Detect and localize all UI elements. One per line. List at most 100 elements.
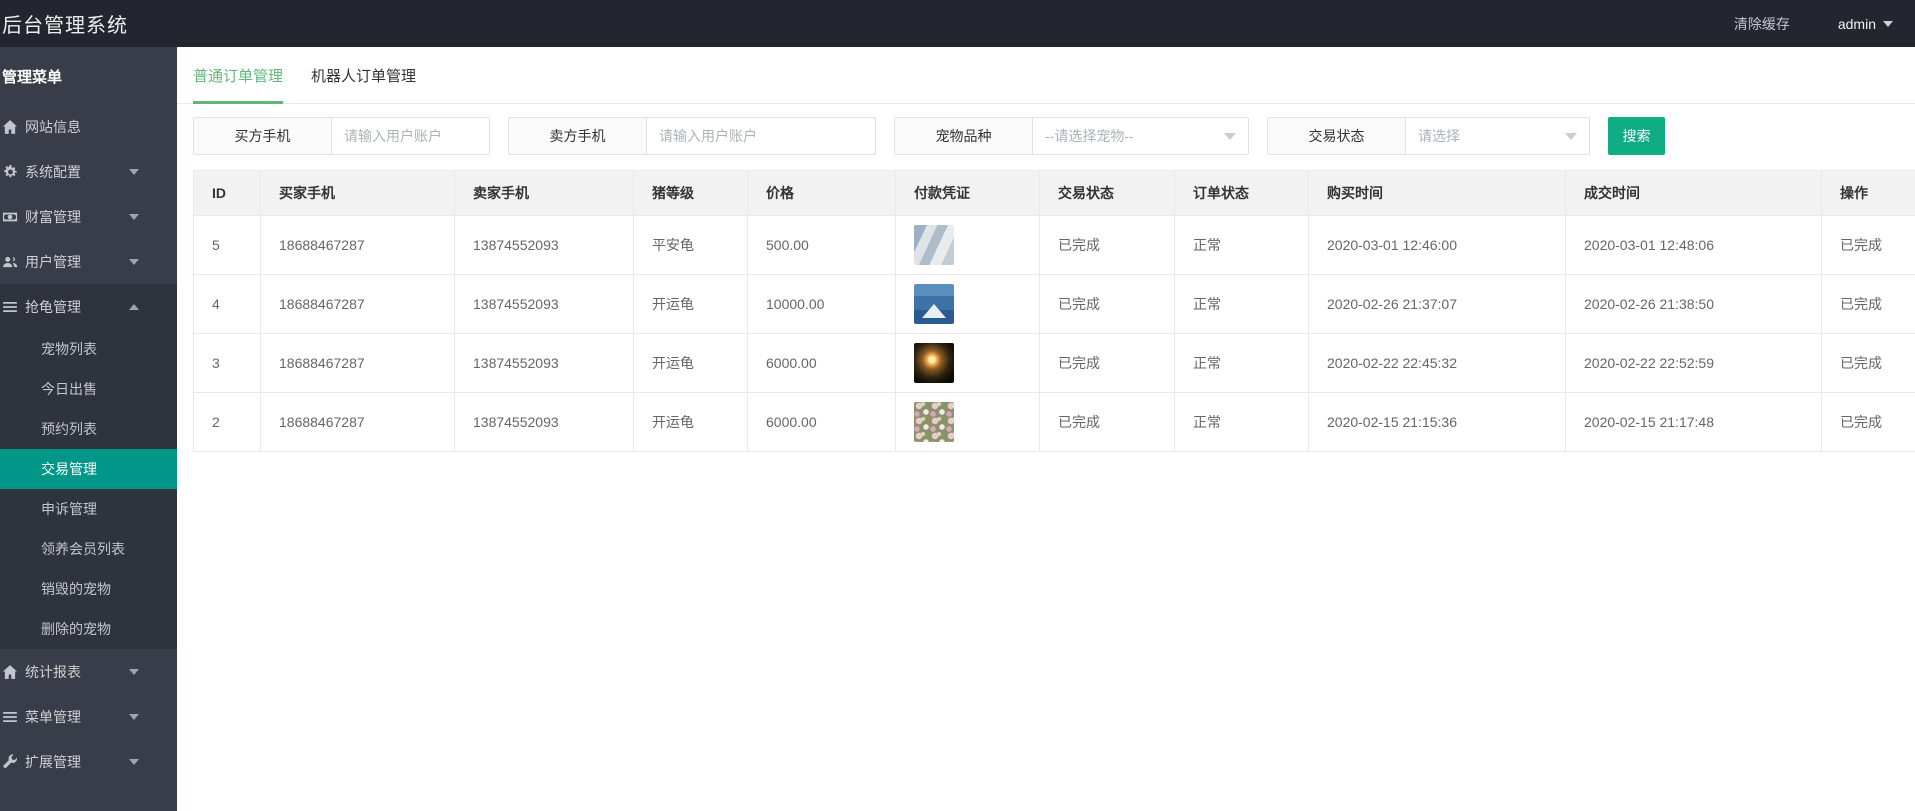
trade-status-group: 交易状态 请选择	[1267, 117, 1590, 155]
topbar-right: 清除缓存 admin	[1734, 14, 1915, 34]
wrench-icon	[2, 754, 18, 770]
home-icon	[2, 664, 18, 680]
sidebar: 管理菜单 网站信息系统配置财富管理用户管理抢龟管理宠物列表今日出售预约列表交易管…	[0, 47, 177, 811]
cell-order_status: 正常	[1175, 393, 1309, 452]
sidebar-group-1: 系统配置	[0, 149, 177, 194]
table-row: 21868846728713874552093开运龟6000.00已完成正常20…	[194, 393, 1915, 452]
tab-label: 机器人订单管理	[311, 65, 416, 86]
tab-label: 普通订单管理	[193, 65, 283, 86]
sidebar-subitem-7[interactable]: 删除的宠物	[0, 609, 177, 649]
sidebar-item-4[interactable]: 抢龟管理	[0, 284, 177, 329]
voucher-image[interactable]	[914, 225, 954, 265]
trade-status-value: 请选择	[1418, 126, 1460, 146]
cell-trade_status: 已完成	[1040, 216, 1175, 275]
sidebar-item-0[interactable]: 网站信息	[0, 104, 177, 149]
sidebar-subitem-0[interactable]: 宠物列表	[0, 329, 177, 369]
chevron-down-icon	[129, 259, 139, 265]
sidebar-subitem-6[interactable]: 销毁的宠物	[0, 569, 177, 609]
sidebar-item-2[interactable]: 财富管理	[0, 194, 177, 239]
cell-voucher	[896, 393, 1040, 452]
cell-buy_time: 2020-02-26 21:37:07	[1309, 275, 1566, 334]
sidebar-item-1[interactable]: 系统配置	[0, 149, 177, 194]
chevron-down-icon	[129, 714, 139, 720]
cell-seller: 13874552093	[455, 334, 634, 393]
column-header-order_status: 订单状态	[1175, 171, 1309, 216]
column-header-voucher: 付款凭证	[896, 171, 1040, 216]
chevron-down-icon	[1224, 133, 1236, 140]
buyer-phone-input[interactable]	[332, 118, 489, 154]
voucher-image[interactable]	[914, 343, 954, 383]
cell-action: 已完成	[1822, 275, 1915, 334]
voucher-image[interactable]	[914, 284, 954, 324]
tab-robot-orders[interactable]: 机器人订单管理	[311, 47, 416, 103]
sidebar-item-3[interactable]: 用户管理	[0, 239, 177, 284]
sidebar-subitem-2[interactable]: 预约列表	[0, 409, 177, 449]
sidebar-nav: 网站信息系统配置财富管理用户管理抢龟管理宠物列表今日出售预约列表交易管理申诉管理…	[0, 104, 177, 784]
user-menu[interactable]: admin	[1838, 16, 1893, 32]
table-body: 51868846728713874552093平安龟500.00已完成正常202…	[194, 216, 1915, 452]
sidebar-item-label: 扩展管理	[25, 752, 81, 772]
sidebar-item-label: 抢龟管理	[25, 297, 81, 317]
sidebar-group-7: 扩展管理	[0, 739, 177, 784]
cell-action: 已完成	[1822, 334, 1915, 393]
sidebar-item-5[interactable]: 统计报表	[0, 649, 177, 694]
cell-buyer: 18688467287	[261, 334, 455, 393]
buyer-phone-label: 买方手机	[194, 118, 332, 154]
column-header-seller: 卖家手机	[455, 171, 634, 216]
cell-voucher	[896, 334, 1040, 393]
seller-phone-input[interactable]	[647, 118, 875, 154]
tab-bar: 普通订单管理 机器人订单管理	[177, 47, 1915, 104]
column-header-deal_time: 成交时间	[1566, 171, 1822, 216]
users-icon	[2, 254, 18, 270]
orders-table: ID买家手机卖家手机猪等级价格付款凭证交易状态订单状态购买时间成交时间操作 51…	[193, 170, 1915, 452]
cell-action: 已完成	[1822, 393, 1915, 452]
tab-normal-orders[interactable]: 普通订单管理	[193, 47, 283, 103]
cell-deal_time: 2020-02-22 22:52:59	[1566, 334, 1822, 393]
clear-cache-link[interactable]: 清除缓存	[1734, 14, 1790, 34]
sidebar-group-3: 用户管理	[0, 239, 177, 284]
chevron-down-icon	[129, 169, 139, 175]
sidebar-subitem-3[interactable]: 交易管理	[0, 449, 177, 489]
column-header-buyer: 买家手机	[261, 171, 455, 216]
home-icon	[2, 119, 18, 135]
sidebar-item-7[interactable]: 扩展管理	[0, 739, 177, 784]
cell-trade_status: 已完成	[1040, 275, 1175, 334]
pet-type-select[interactable]: --请选择宠物--	[1033, 118, 1248, 154]
column-header-grade: 猪等级	[634, 171, 748, 216]
sidebar-item-label: 网站信息	[25, 117, 81, 137]
username: admin	[1838, 16, 1876, 32]
cell-voucher	[896, 216, 1040, 275]
cell-seller: 13874552093	[455, 216, 634, 275]
cell-grade: 开运龟	[634, 334, 748, 393]
chevron-down-icon	[129, 759, 139, 765]
table-header-row: ID买家手机卖家手机猪等级价格付款凭证交易状态订单状态购买时间成交时间操作	[194, 171, 1915, 216]
sidebar-item-label: 菜单管理	[25, 707, 81, 727]
sidebar-item-6[interactable]: 菜单管理	[0, 694, 177, 739]
cell-price: 6000.00	[748, 334, 896, 393]
cell-price: 6000.00	[748, 393, 896, 452]
cell-trade_status: 已完成	[1040, 393, 1175, 452]
sidebar-subitem-4[interactable]: 申诉管理	[0, 489, 177, 529]
sidebar-item-label: 用户管理	[25, 252, 81, 272]
table-row: 51868846728713874552093平安龟500.00已完成正常202…	[194, 216, 1915, 275]
cell-buy_time: 2020-02-22 22:45:32	[1309, 334, 1566, 393]
sidebar-subitem-1[interactable]: 今日出售	[0, 369, 177, 409]
sidebar-subitem-5[interactable]: 领养会员列表	[0, 529, 177, 569]
cell-buyer: 18688467287	[261, 275, 455, 334]
sidebar-item-label: 统计报表	[25, 662, 81, 682]
pet-type-group: 宠物品种 --请选择宠物--	[894, 117, 1249, 155]
cell-order_status: 正常	[1175, 216, 1309, 275]
cell-price: 500.00	[748, 216, 896, 275]
bars-icon	[2, 299, 18, 315]
cell-buyer: 18688467287	[261, 393, 455, 452]
search-button[interactable]: 搜索	[1608, 117, 1665, 155]
bars-icon	[2, 709, 18, 725]
trade-status-select[interactable]: 请选择	[1406, 118, 1589, 154]
chevron-down-icon	[129, 669, 139, 675]
cell-buy_time: 2020-02-15 21:15:36	[1309, 393, 1566, 452]
voucher-image[interactable]	[914, 402, 954, 442]
sidebar-item-label: 系统配置	[25, 162, 81, 182]
cell-id: 2	[194, 393, 261, 452]
main-content: 普通订单管理 机器人订单管理 买方手机 卖方手机 宠物品种 --请选择宠物-- …	[177, 47, 1915, 811]
gears-icon	[2, 164, 18, 180]
